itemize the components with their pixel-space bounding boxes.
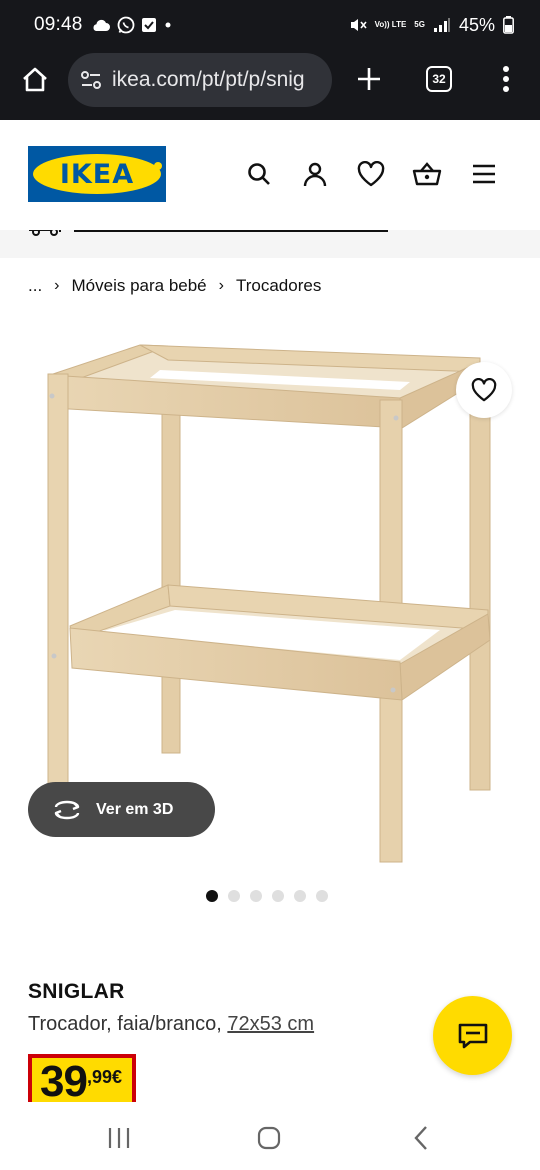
home-nav-button[interactable]	[254, 1124, 284, 1152]
back-nav-button[interactable]	[406, 1124, 436, 1152]
cloud-icon	[93, 19, 110, 31]
breadcrumb-item-baby-furniture[interactable]: Móveis para bebé	[72, 276, 207, 296]
heart-icon	[471, 378, 497, 402]
carousel-dot[interactable]	[206, 890, 218, 902]
carousel-dot[interactable]	[272, 890, 284, 902]
search-icon	[248, 163, 270, 185]
system-navigation-bar	[0, 1104, 540, 1170]
new-tab-button[interactable]	[352, 62, 386, 96]
home-nav-icon	[257, 1126, 281, 1150]
delivery-truck-icon	[29, 230, 61, 236]
more-vert-icon	[503, 66, 509, 92]
image-carousel-dots	[206, 890, 328, 902]
price-integer: 39	[40, 1057, 88, 1102]
volte-label: Vo)) LTE	[374, 20, 407, 29]
status-time: 09:48	[34, 14, 83, 35]
tab-switcher-button[interactable]: 32	[426, 66, 452, 92]
browser-toolbar: ikea.com/pt/pt/p/snig 32	[0, 50, 540, 120]
address-bar[interactable]: ikea.com/pt/pt/p/snig	[68, 53, 332, 107]
carousel-dot[interactable]	[316, 890, 328, 902]
registered-mark	[154, 162, 162, 170]
ikea-logo[interactable]: IKEA	[28, 146, 166, 202]
whatsapp-icon	[117, 16, 134, 34]
price-decimal: ,99€	[86, 1067, 122, 1087]
network-label: 5G	[414, 20, 425, 29]
site-settings-icon[interactable]	[80, 69, 102, 91]
favourites-button[interactable]	[355, 158, 387, 190]
home-icon	[23, 67, 47, 92]
recent-apps-button[interactable]	[104, 1124, 134, 1152]
breadcrumb-ellipsis[interactable]: ...	[28, 276, 42, 296]
heart-icon	[357, 161, 385, 187]
info-banner	[0, 230, 540, 258]
hamburger-menu-icon	[473, 164, 495, 184]
search-button[interactable]	[243, 158, 275, 190]
product-description-text: Trocador, faia/branco,	[28, 1013, 228, 1035]
carousel-dot[interactable]	[250, 890, 262, 902]
basket-button[interactable]	[411, 158, 443, 190]
account-button[interactable]	[299, 158, 331, 190]
ikea-logo-oval: IKEA	[33, 154, 161, 194]
breadcrumb-separator: ›	[54, 277, 60, 294]
browser-home-button[interactable]	[18, 63, 52, 97]
rotate-3d-icon	[54, 800, 80, 819]
system-status: Vo)) LTE 5G 45%	[349, 15, 514, 36]
product-dimensions-link[interactable]: 72x53 cm	[227, 1013, 314, 1035]
product-name: SNIGLAR	[28, 980, 125, 1003]
url-text: ikea.com/pt/pt/p/snig	[112, 68, 305, 91]
price-tag: 39 ,99€	[28, 1054, 136, 1102]
browser-menu-button[interactable]	[494, 62, 518, 96]
view-in-3d-label: Ver em 3D	[96, 800, 174, 818]
chat-button[interactable]	[433, 996, 512, 1075]
account-icon	[303, 162, 327, 187]
notification-icons	[91, 16, 173, 34]
plus-icon	[358, 68, 380, 90]
view-in-3d-button[interactable]: Ver em 3D	[28, 782, 215, 837]
carousel-dot[interactable]	[228, 890, 240, 902]
basket-icon	[412, 162, 442, 186]
banner-text-cutoff	[74, 230, 388, 232]
site-header: IKEA	[0, 120, 540, 230]
breadcrumb: ... › Móveis para bebé › Trocadores	[28, 276, 321, 296]
add-to-favourites-button[interactable]	[456, 362, 512, 418]
back-chevron-icon	[414, 1126, 427, 1150]
dot-icon	[165, 22, 171, 28]
mute-icon	[350, 19, 367, 31]
breadcrumb-separator: ›	[218, 277, 224, 294]
signal-icon	[433, 18, 450, 32]
battery-icon	[503, 16, 514, 34]
product-description: Trocador, faia/branco, 72x53 cm	[28, 1013, 314, 1036]
carousel-dot[interactable]	[294, 890, 306, 902]
main-menu-button[interactable]	[468, 158, 500, 190]
ikea-wordmark: IKEA	[59, 158, 135, 190]
chat-icon	[458, 1023, 487, 1048]
recent-apps-icon	[108, 1128, 130, 1148]
battery-percent: 45%	[458, 14, 495, 35]
breadcrumb-item-changing-tables[interactable]: Trocadores	[236, 276, 321, 296]
check-box-icon	[141, 18, 156, 32]
status-bar: 09:48 Vo)) LTE 5G 45%	[0, 0, 540, 50]
